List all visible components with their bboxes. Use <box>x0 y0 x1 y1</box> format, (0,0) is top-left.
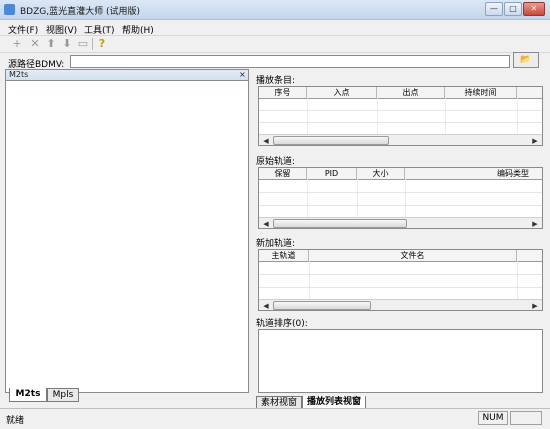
scroll-right-icon[interactable]: ▶ <box>530 219 540 228</box>
minimize-button[interactable]: — <box>485 2 503 16</box>
num-lock-indicator: NUM <box>478 411 508 425</box>
column-header[interactable]: 保留 <box>259 168 307 179</box>
playlist-hscrollbar[interactable]: ◀ ▶ <box>259 134 542 145</box>
status-text: 就绪 <box>6 416 25 426</box>
delete-icon[interactable]: ✕ <box>28 37 42 51</box>
close-button[interactable]: ✕ <box>523 2 545 16</box>
menu-bar <box>0 20 550 35</box>
column-header[interactable]: 入点 <box>307 87 377 98</box>
playlist-label: 播放条目: <box>256 76 296 86</box>
scroll-thumb[interactable] <box>273 301 371 310</box>
column-header[interactable]: 序号 <box>259 87 307 98</box>
scroll-right-icon[interactable]: ▶ <box>530 301 540 310</box>
m2ts-panel-header <box>5 69 249 81</box>
tab-mpls[interactable]: Mpls <box>47 388 79 402</box>
column-header[interactable]: 编码类型 <box>405 168 542 179</box>
column-header[interactable]: PID <box>307 168 357 179</box>
original-tracks-grid[interactable]: 保留 PID 大小 编码类型 ◀ ▶ <box>258 167 543 229</box>
scroll-left-icon[interactable]: ◀ <box>261 136 271 145</box>
track-order-label: 轨道排序(0): <box>256 319 308 329</box>
playlist-grid[interactable]: 序号 入点 出点 持续时间 ◀ ▶ <box>258 86 543 146</box>
column-header[interactable]: 持续时间 <box>445 87 517 98</box>
status-cell-empty <box>510 411 542 425</box>
added-tracks-grid[interactable]: 主轨道 文件名 ◀ ▶ <box>258 249 543 311</box>
plus-icon[interactable]: + <box>10 37 24 51</box>
column-header[interactable]: 大小 <box>357 168 405 179</box>
maximize-button[interactable]: □ <box>504 2 522 16</box>
added-tracks-hscrollbar[interactable]: ◀ ▶ <box>259 299 542 310</box>
folder-open-icon: 📂 <box>520 55 532 65</box>
status-bar <box>0 408 550 429</box>
original-tracks-label: 原始轨道: <box>256 157 296 167</box>
original-tracks-hscrollbar[interactable]: ◀ ▶ <box>259 217 542 228</box>
window-title: BDZG,蓝光直灌大师 (试用版) <box>20 7 140 17</box>
column-header[interactable]: 主轨道 <box>259 250 309 261</box>
added-tracks-grid-header: 主轨道 文件名 <box>259 250 542 262</box>
m2ts-panel <box>5 69 249 393</box>
browse-button[interactable]: 📂 <box>513 52 539 68</box>
column-header[interactable]: 文件名 <box>309 250 517 261</box>
playlist-grid-header: 序号 入点 出点 持续时间 <box>259 87 542 99</box>
track-order-list[interactable] <box>258 329 543 393</box>
column-header[interactable]: 出点 <box>377 87 445 98</box>
source-path-input[interactable] <box>70 55 510 68</box>
scroll-right-icon[interactable]: ▶ <box>530 136 540 145</box>
scroll-thumb[interactable] <box>273 219 407 228</box>
move-up-icon[interactable]: ⬆ <box>44 37 58 51</box>
scroll-left-icon[interactable]: ◀ <box>261 301 271 310</box>
film-icon[interactable]: ▭ <box>76 37 90 51</box>
move-down-icon[interactable]: ⬇ <box>60 37 74 51</box>
added-tracks-label: 新加轨道: <box>256 239 296 249</box>
scroll-thumb[interactable] <box>273 136 389 145</box>
scroll-left-icon[interactable]: ◀ <box>261 219 271 228</box>
tab-m2ts[interactable]: M2ts <box>9 388 47 402</box>
m2ts-panel-title: M2ts <box>9 70 29 79</box>
app-icon <box>4 4 15 15</box>
toolbar-separator <box>92 38 93 50</box>
original-tracks-grid-header: 保留 PID 大小 编码类型 <box>259 168 542 180</box>
help-icon[interactable]: ? <box>95 37 109 51</box>
m2ts-panel-close-icon[interactable]: × <box>239 70 246 79</box>
